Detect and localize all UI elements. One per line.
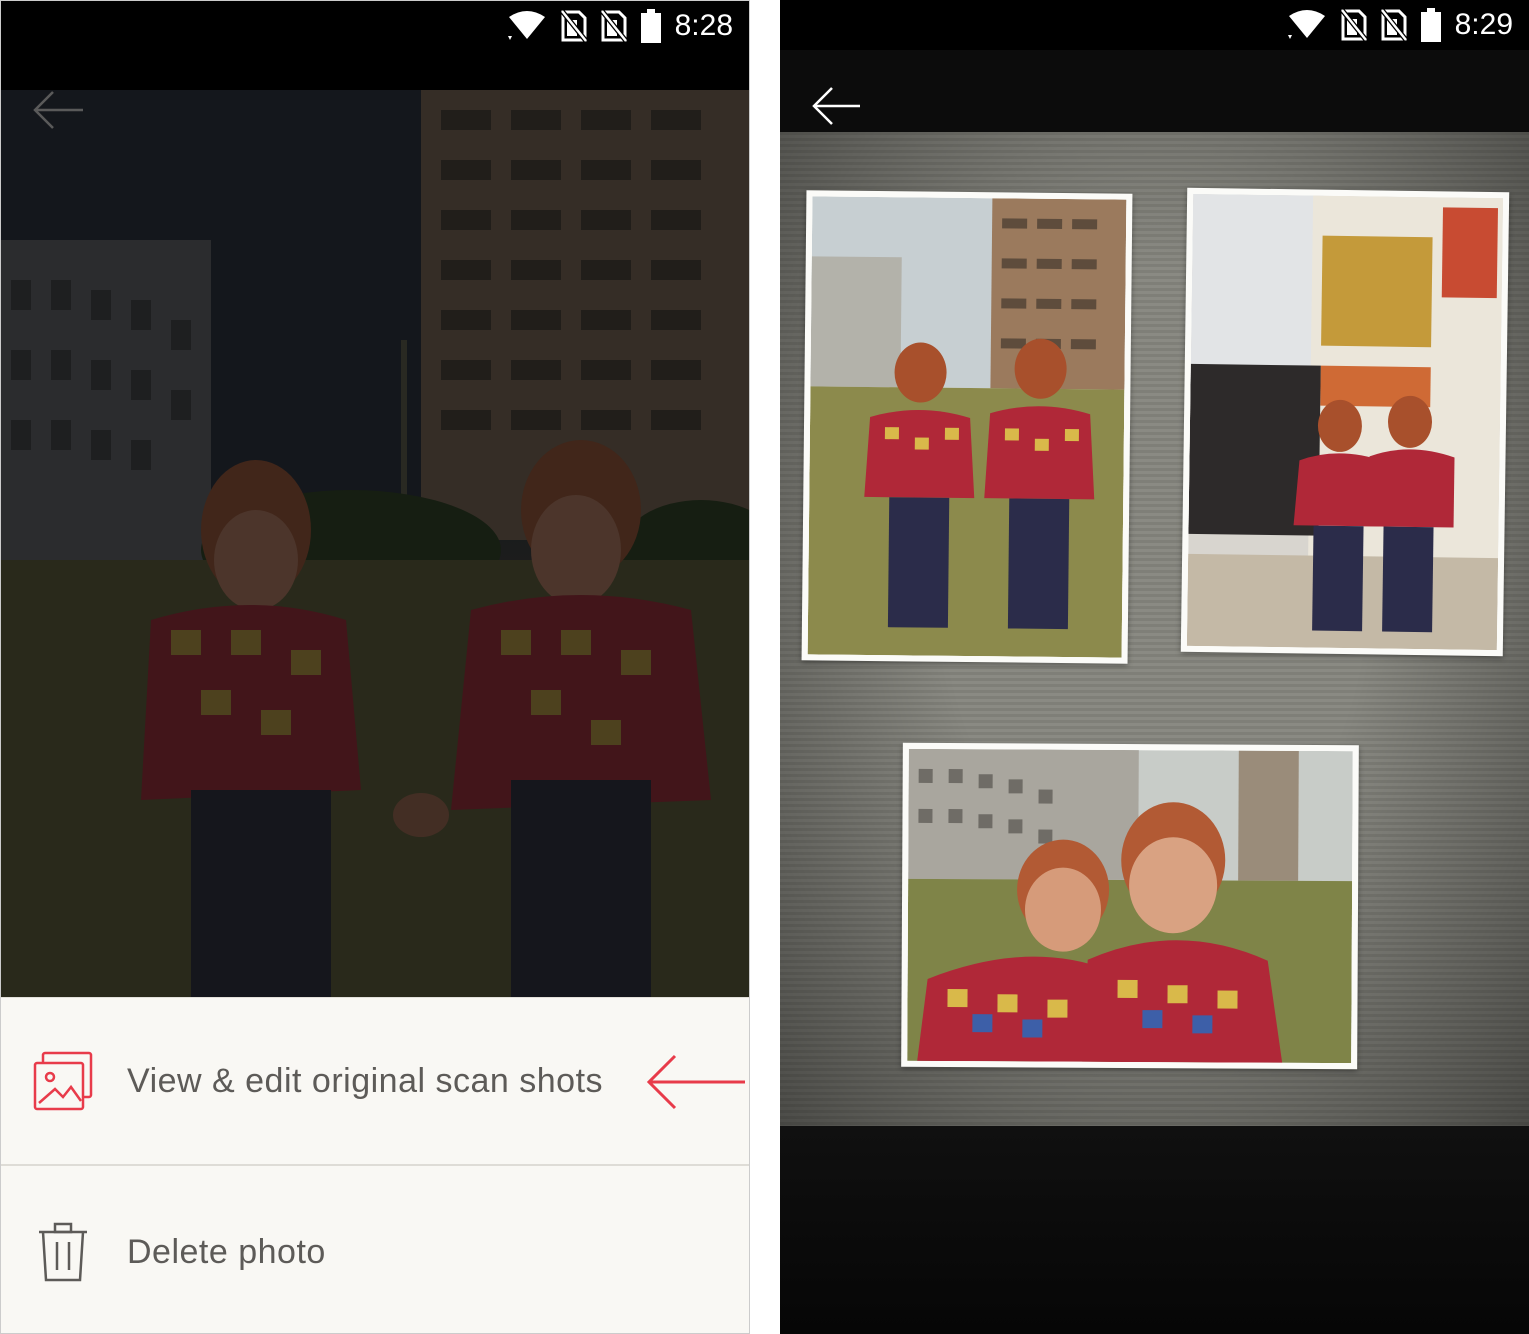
left-phone-screen: 8:28 View & edit original scan shots Del… <box>0 0 750 1334</box>
battery-icon <box>640 9 661 43</box>
right-phone-screen: 8:29 <box>780 0 1529 1334</box>
dim-overlay <box>1 90 749 997</box>
status-time: 8:29 <box>1454 8 1513 41</box>
photo-3-image <box>907 748 1353 1064</box>
no-sim-icon <box>1380 9 1407 41</box>
wifi-icon <box>507 11 545 40</box>
pointer-arrow-icon <box>646 1054 745 1110</box>
delete-photo-label: Delete photo <box>127 1232 326 1271</box>
no-sim-icon <box>600 10 627 42</box>
photo-preview <box>1 90 749 997</box>
back-arrow-icon <box>33 91 83 129</box>
bottom-bar <box>780 1126 1529 1334</box>
no-sim-icon <box>1340 9 1367 41</box>
toolbar <box>780 50 1529 132</box>
photo-2-image <box>1186 193 1504 651</box>
status-icons: 8:28 <box>507 7 733 45</box>
wifi-icon <box>1287 10 1325 39</box>
status-bar: 8:28 <box>1 1 749 51</box>
delete-photo-item[interactable]: Delete photo <box>1 1168 749 1333</box>
status-icons: 8:29 <box>1287 6 1513 44</box>
view-edit-scan-shots-item[interactable]: View & edit original scan shots <box>1 998 749 1166</box>
bottom-sheet: View & edit original scan shots Delete p… <box>1 997 749 1333</box>
photos-icon <box>31 1049 95 1113</box>
status-time: 8:28 <box>674 9 733 42</box>
back-arrow-icon[interactable] <box>810 86 862 126</box>
photo-1-image <box>807 196 1127 658</box>
trash-icon <box>31 1220 95 1284</box>
scanned-photo-3[interactable] <box>901 742 1359 1070</box>
scanned-photo-1[interactable] <box>801 190 1133 664</box>
scanned-photo-2[interactable] <box>1180 187 1510 657</box>
battery-icon <box>1420 8 1441 42</box>
no-sim-icon <box>560 10 587 42</box>
view-edit-label: View & edit original scan shots <box>127 1061 604 1100</box>
scan-shot-view <box>780 132 1529 1126</box>
status-bar: 8:29 <box>780 0 1529 50</box>
